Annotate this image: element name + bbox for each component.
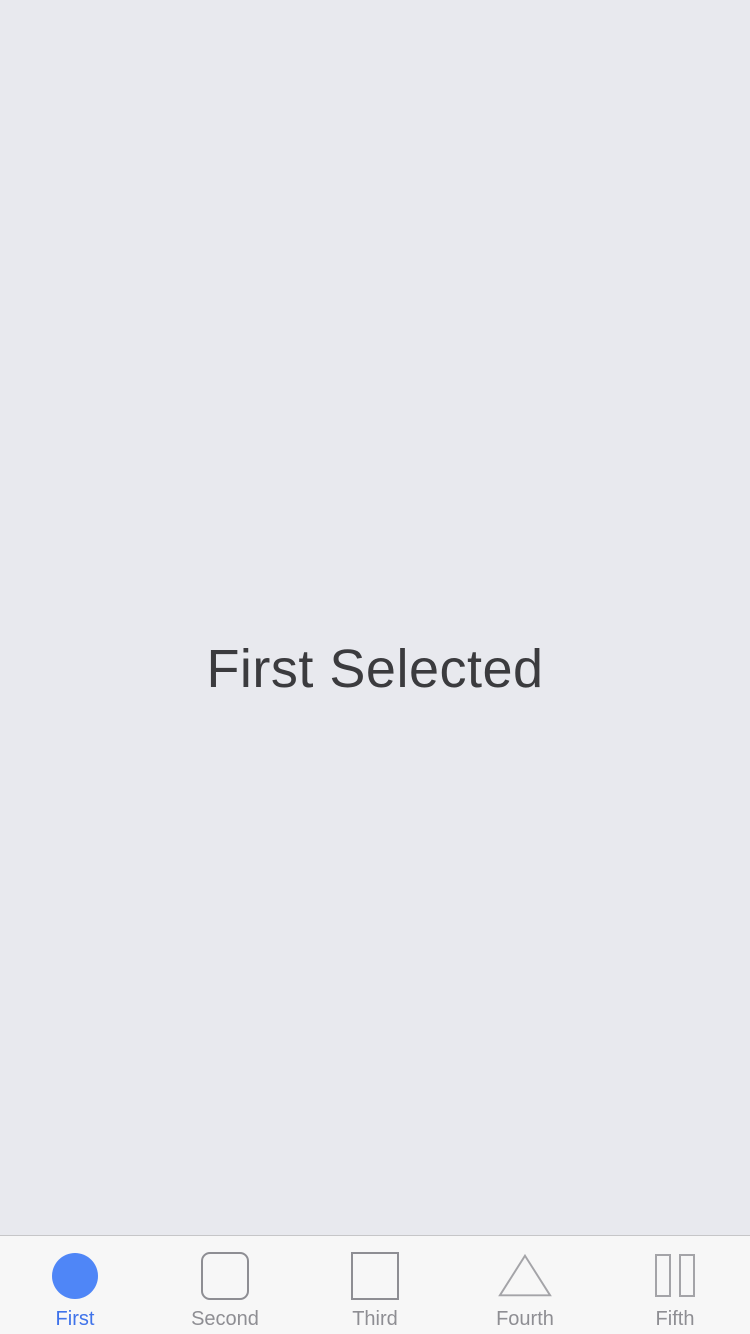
tab-second-label: Second: [191, 1308, 259, 1330]
tab-bar: First Second Third Fourth Fifth: [0, 1235, 750, 1334]
tab-fourth-label: Fourth: [496, 1308, 554, 1330]
main-content: First Selected: [0, 0, 750, 1235]
tab-fourth[interactable]: Fourth: [450, 1236, 600, 1334]
square-icon: [347, 1252, 403, 1300]
triangle-icon: [497, 1252, 553, 1300]
tab-fifth-label: Fifth: [655, 1308, 695, 1330]
tab-first[interactable]: First: [0, 1236, 150, 1334]
pause-bars-icon: [647, 1252, 703, 1300]
filled-circle-icon: [47, 1252, 103, 1300]
tab-third[interactable]: Third: [300, 1236, 450, 1334]
selected-tab-text: First Selected: [206, 638, 544, 699]
tab-first-label: First: [55, 1308, 95, 1330]
tab-second[interactable]: Second: [150, 1236, 300, 1334]
tab-fifth[interactable]: Fifth: [600, 1236, 750, 1334]
tab-third-label: Third: [352, 1308, 398, 1330]
rounded-square-icon: [197, 1252, 253, 1300]
